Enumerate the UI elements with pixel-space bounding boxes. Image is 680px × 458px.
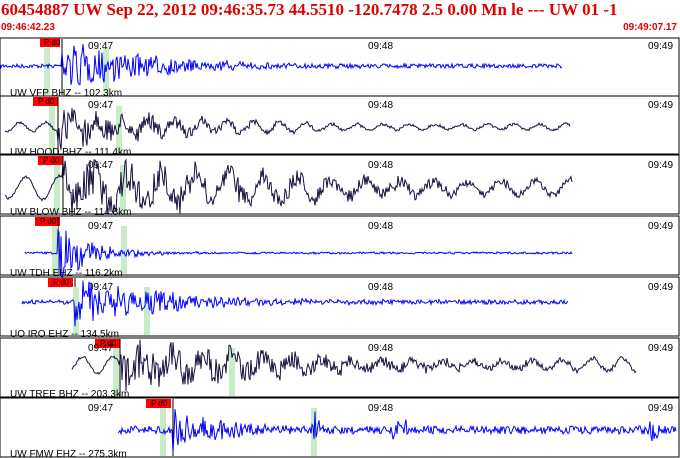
time-tick-0948: 09:48: [368, 343, 393, 354]
pick-label: P d0: [43, 156, 60, 165]
time-tick-0948: 09:48: [368, 100, 393, 111]
window-marker-end: [144, 287, 150, 335]
time-tick-0949: 09:49: [648, 160, 673, 171]
pick-label: P d0: [44, 38, 61, 47]
station-label: UW VFP BHZ -- 102.3km: [10, 88, 122, 99]
time-tick-0947: 09:47: [88, 41, 113, 52]
time-tick-0948: 09:48: [368, 282, 393, 293]
trace-panel-tdh[interactable]: P d0 09:47 09:48 09:49 UW TDH EHZ -- 116…: [0, 215, 680, 280]
waveform-fmw: [117, 409, 677, 453]
time-tick-0947: 09:47: [88, 343, 113, 354]
trace-panel-tree[interactable]: P d0 09:47 09:48 09:49 UW TREE BHZ -- 20…: [0, 337, 680, 400]
trace-panel-blow[interactable]: P d0 09:47 09:48 09:49 UW BLOW BHZ -- 11…: [0, 154, 680, 218]
time-tick-0948: 09:48: [368, 41, 393, 52]
time-tick-0947: 09:47: [88, 160, 113, 171]
pick-label: P d0: [53, 278, 70, 287]
time-tick-0948: 09:48: [368, 403, 393, 414]
time-tick-0949: 09:49: [648, 221, 673, 232]
time-tick-0948: 09:48: [368, 221, 393, 232]
time-tick-0949: 09:49: [648, 100, 673, 111]
waveform-vfp: [0, 44, 563, 86]
time-tick-0949: 09:49: [648, 41, 673, 52]
window-marker-end: [121, 226, 127, 274]
seismogram-panel: P d0 09:47 09:48 09:49 UW VFP BHZ -- 102…: [0, 37, 680, 458]
station-label: UW FMW EHZ -- 275.3km: [10, 449, 127, 458]
trace-panel-iro[interactable]: P d0 09:47 09:48 09:49 UO IRO EHZ -- 134…: [0, 276, 680, 340]
waveform-hood: [4, 108, 571, 150]
waveform-tree: [71, 339, 637, 392]
trace-panel-fmw[interactable]: P d0 09:47 09:48 09:49 UW FMW EHZ -- 275…: [0, 397, 680, 458]
station-label: UW HOOD BHZ -- 111.4km: [10, 147, 131, 158]
time-tick-0947: 09:47: [88, 403, 113, 414]
time-tick-0949: 09:49: [648, 403, 673, 414]
pick-label: P d0: [151, 399, 168, 408]
trace-panel-hood[interactable]: P d0 09:47 09:48 09:49 UW HOOD BHZ -- 11…: [0, 95, 680, 158]
pick-label: P d0: [38, 97, 55, 106]
time-tick-0949: 09:49: [648, 343, 673, 354]
time-tick-0948: 09:48: [368, 160, 393, 171]
window-marker-start: [54, 165, 60, 213]
time-tick-0947: 09:47: [88, 221, 113, 232]
trace-panel-vfp[interactable]: P d0 09:47 09:48 09:49 UW VFP BHZ -- 102…: [0, 37, 680, 99]
time-tick-0947: 09:47: [88, 100, 113, 111]
pick-label: P d0: [40, 217, 57, 226]
window-marker-end: [116, 106, 122, 153]
time-tick-0949: 09:49: [648, 282, 673, 293]
